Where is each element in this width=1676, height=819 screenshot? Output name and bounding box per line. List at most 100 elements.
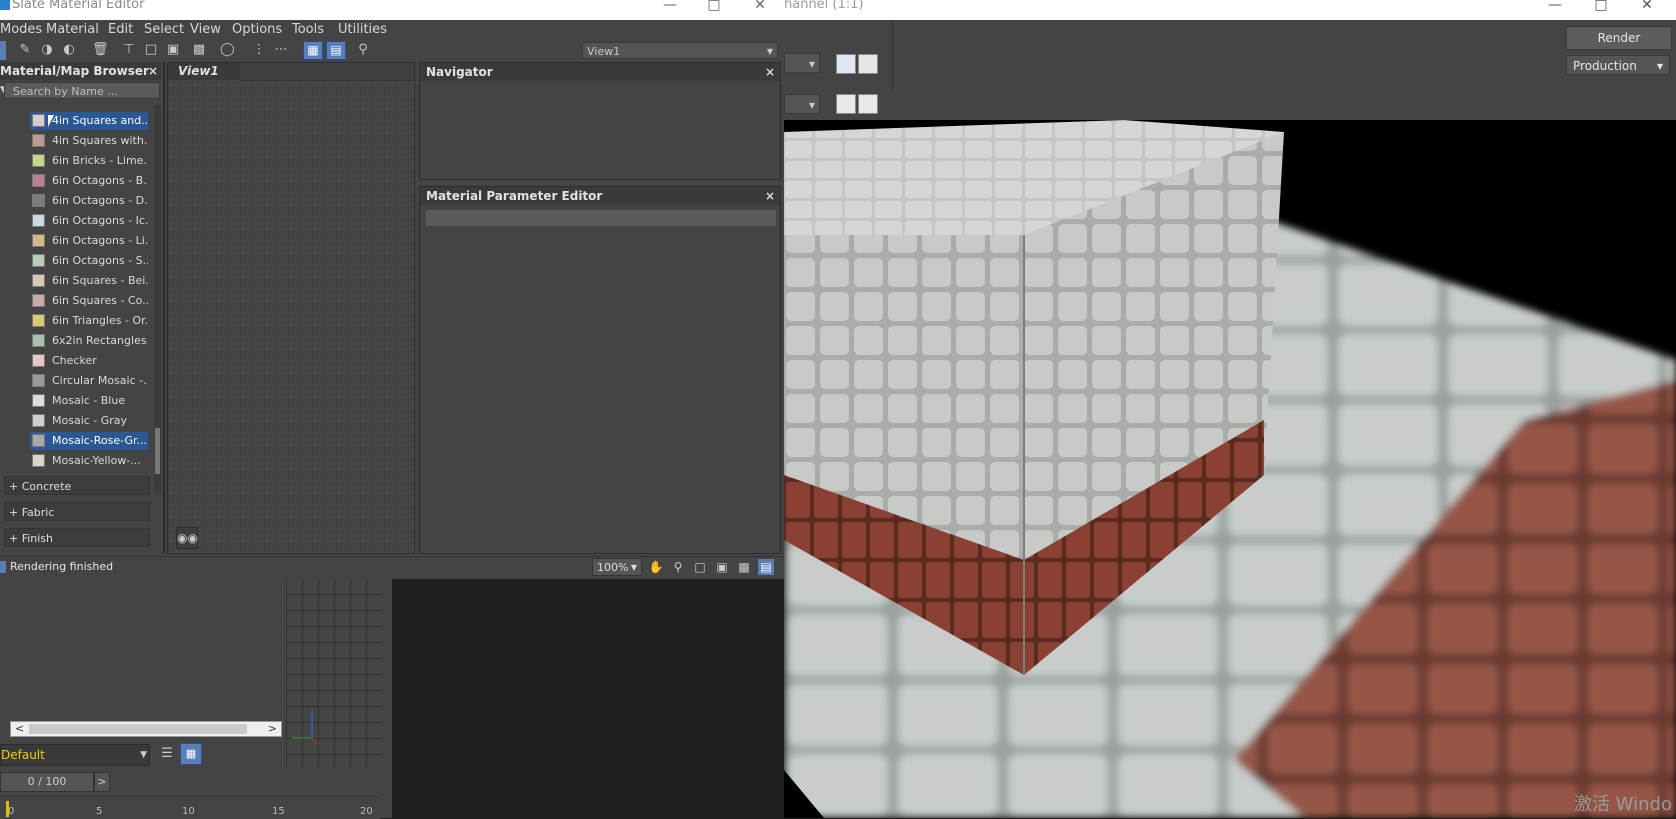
lock-viewport-icon[interactable] <box>836 94 856 114</box>
render-region-icon[interactable] <box>858 94 878 114</box>
menu-select[interactable]: Select <box>144 20 184 40</box>
close-icon[interactable]: × <box>764 190 776 202</box>
material-list-item[interactable]: Mosaic-Yellow-... <box>30 452 148 470</box>
maximize-icon[interactable]: □ <box>1578 0 1624 20</box>
material-list-item[interactable]: 6in Triangles - Or... <box>30 312 148 330</box>
navigator-icon[interactable]: ⚲ <box>356 43 370 57</box>
material-list-item[interactable]: 6in Octagons - S... <box>30 252 148 270</box>
delete-icon[interactable]: 🗑 <box>92 43 109 57</box>
zoom-extents-icon[interactable]: ▣ <box>714 559 730 575</box>
scrollbar-thumb[interactable] <box>29 724 247 734</box>
pan-hand-icon[interactable]: ✋ <box>648 559 664 575</box>
category-finish[interactable]: + Finish <box>4 528 150 547</box>
material-list-item[interactable]: 6in Octagons - Li... <box>30 232 148 250</box>
render-button[interactable]: Render <box>1566 26 1672 50</box>
sample-slot-icon[interactable]: ◯ <box>220 43 235 57</box>
select-tool-button[interactable] <box>0 41 6 60</box>
material-list-item[interactable]: 6in Octagons - D... <box>30 192 148 210</box>
menu-utilities[interactable]: Utilities <box>338 20 387 40</box>
menu-view[interactable]: View <box>190 20 221 40</box>
close-icon[interactable]: × <box>147 65 159 77</box>
layer-select[interactable]: Default ▼ <box>0 744 150 766</box>
binoculars-icon[interactable]: ◉◉ <box>176 527 198 549</box>
show-browser-toggle[interactable]: ▦ <box>303 41 323 60</box>
show-params-toggle[interactable]: ▤ <box>326 41 346 60</box>
material-label: 6in Octagons - B... <box>52 174 148 187</box>
zoom-value: 100% <box>597 561 629 574</box>
material-swatch-icon <box>32 114 45 127</box>
category-concrete[interactable]: + Concrete <box>4 476 150 495</box>
minimize-icon[interactable]: — <box>650 0 690 20</box>
close-icon[interactable]: ✕ <box>740 0 780 20</box>
category-fabric[interactable]: + Fabric <box>4 502 150 521</box>
maximize-icon[interactable]: □ <box>694 0 734 20</box>
put-to-scene-icon[interactable]: ◑ <box>40 43 54 57</box>
material-list-item[interactable]: 4in Squares with... <box>30 132 148 150</box>
layer-explorer-icon[interactable]: ▦ <box>180 743 202 765</box>
next-frame-button[interactable]: > <box>94 772 110 792</box>
material-list-item[interactable]: Circular Mosaic -... <box>30 372 148 390</box>
tab-view1[interactable]: View1 <box>168 63 240 80</box>
material-list-item[interactable]: 6in Squares - Bei... <box>30 272 148 290</box>
menu-modes[interactable]: Modes <box>0 20 42 40</box>
material-list-item[interactable]: Mosaic - Blue <box>30 392 148 410</box>
material-list-item[interactable]: 6in Octagons - B... <box>30 172 148 190</box>
eyedropper-icon[interactable]: ✎ <box>18 43 32 57</box>
layout-vertical-icon[interactable]: ⋮ <box>252 43 266 57</box>
zoom-icon[interactable]: ⚲ <box>670 559 686 575</box>
chevron-down-icon: ▾ <box>1656 59 1663 73</box>
material-swatch-icon <box>32 254 45 267</box>
material-list-item[interactable]: Checker <box>30 352 148 370</box>
material-list-item[interactable]: Mosaic - Gray <box>30 412 148 430</box>
material-label: Mosaic - Blue <box>52 394 126 407</box>
material-label: 4in Squares and... <box>52 114 148 127</box>
material-swatch-icon <box>32 194 45 207</box>
param-name-bar[interactable] <box>426 210 776 226</box>
show-map-icon[interactable]: ▣ <box>166 43 180 57</box>
background-icon[interactable]: ▩ <box>192 43 206 57</box>
timeline-tick: 0 <box>8 806 15 817</box>
layers-icon[interactable]: ☰ <box>158 745 176 763</box>
zoom-region-icon[interactable]: □ <box>692 559 708 575</box>
timeline-tick: 5 <box>96 806 103 817</box>
time-slider[interactable]: 0 / 100 <box>0 772 94 792</box>
close-icon[interactable]: × <box>764 66 776 78</box>
view-select[interactable]: View1 ▼ <box>582 42 778 59</box>
render-preset-select[interactable]: Production ▾ <box>1566 55 1670 75</box>
hide-node-icon[interactable]: □ <box>144 43 158 57</box>
render-preset-label: Production <box>1573 59 1637 73</box>
rendered-image <box>784 120 1676 818</box>
scroll-left-icon[interactable]: < <box>15 722 24 736</box>
move-children-icon[interactable]: ⊤ <box>122 43 136 57</box>
material-list-item[interactable]: 6in Squares - Co... <box>30 292 148 310</box>
scrollbar-thumb[interactable] <box>155 428 160 474</box>
material-list-item[interactable]: 6x2in Rectangles... <box>30 332 148 350</box>
render-setup-icon[interactable] <box>836 54 856 74</box>
pan-to-selected-icon[interactable]: ▤ <box>758 559 774 575</box>
material-label: Mosaic-Rose-Gr... <box>52 434 148 447</box>
material-parameter-editor <box>419 186 781 554</box>
zoom-select[interactable]: 100% ▼ <box>592 558 642 576</box>
scroll-right-icon[interactable]: > <box>268 722 277 736</box>
search-input[interactable]: Search by Name ... <box>4 82 160 99</box>
assign-material-icon[interactable]: ◐ <box>62 43 76 57</box>
material-list-item[interactable]: 6in Bricks - Lime... <box>30 152 148 170</box>
horizontal-scrollbar[interactable]: < > <box>10 721 282 737</box>
viewport-dropdown[interactable]: ▾ <box>784 94 820 114</box>
material-list-item[interactable]: 6in Octagons - Ic... <box>30 212 148 230</box>
menu-tools[interactable]: Tools <box>292 20 324 40</box>
close-icon[interactable]: ✕ <box>1624 0 1670 20</box>
menu-edit[interactable]: Edit <box>108 20 133 40</box>
environment-icon[interactable] <box>858 54 878 74</box>
material-swatch-icon <box>32 374 45 387</box>
layout-horizontal-icon[interactable]: ⋯ <box>274 43 288 57</box>
zoom-extents-selected-icon[interactable]: ▩ <box>736 559 752 575</box>
area-dropdown[interactable]: ▾ <box>784 53 820 73</box>
menu-material[interactable]: Material <box>46 20 99 40</box>
minimize-icon[interactable]: — <box>1532 0 1578 20</box>
mini-viewport-grid <box>286 578 382 768</box>
menu-options[interactable]: Options <box>232 20 282 40</box>
node-view[interactable] <box>167 62 415 554</box>
material-list-item[interactable]: Mosaic-Rose-Gr... <box>30 432 148 450</box>
material-label: 6in Squares - Bei... <box>52 274 148 287</box>
